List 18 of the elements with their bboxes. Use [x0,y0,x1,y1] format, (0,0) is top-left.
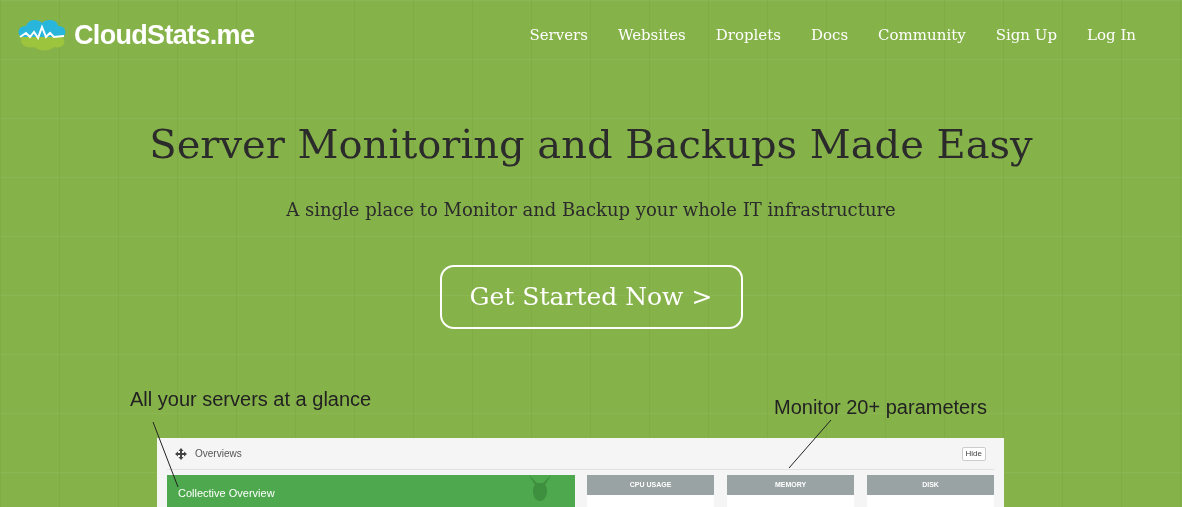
move-icon[interactable] [175,447,187,460]
nav-link[interactable]: Servers [529,23,588,47]
nav-link[interactable]: Docs [810,23,849,47]
logo-link[interactable]: CloudStats.me [74,14,255,56]
panel-title: Overviews [195,447,242,461]
hero-subtitle: A single place to Monitor and Backup your whole IT infrastructure [286,198,896,222]
annotation-text: Monitor 20+ parameters [774,395,987,420]
nav-link[interactable]: Droplets [715,23,781,47]
annotation-text: All your servers at a glance [130,387,372,412]
nav-link[interactable]: Log In [1087,23,1136,47]
nav-link[interactable]: Sign Up [995,23,1058,47]
nav-link[interactable]: Websites [617,23,686,47]
get-started-button[interactable]: Get Started Now > [439,265,743,329]
logo-icon [16,17,68,53]
leader-line [787,418,833,470]
nav-link[interactable]: Community [878,23,966,47]
hide-button[interactable]: Hide [961,446,986,461]
card-title: Collective Overview [178,486,275,501]
